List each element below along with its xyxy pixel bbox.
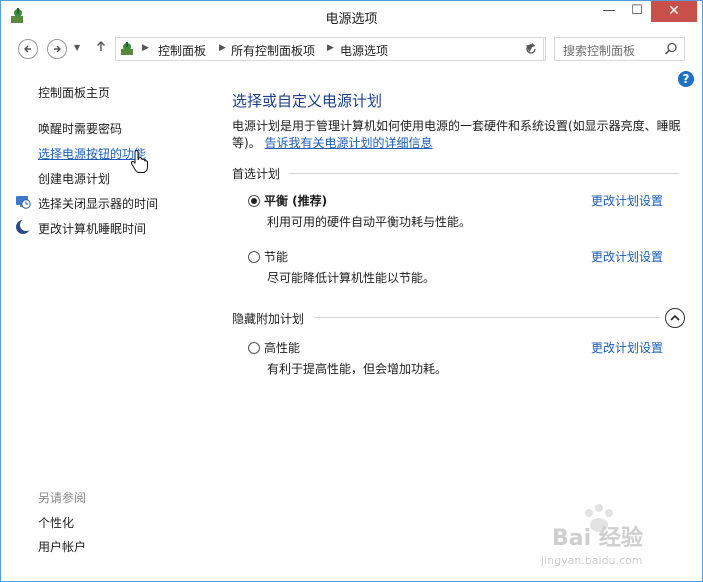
learn-more-link[interactable]: 告诉我有关电源计划的详细信息 <box>265 136 433 150</box>
page-description-end: 等)。 <box>232 136 261 150</box>
sidebar-link-wake-password[interactable]: 唤醒时需要密码 <box>38 120 122 137</box>
moon-icon <box>16 219 31 234</box>
recent-locations-dropdown[interactable]: ▼ <box>74 43 80 52</box>
change-plan-settings-link-power-saver[interactable]: 更改计划设置 <box>591 248 663 265</box>
close-button[interactable]: ✕ <box>651 1 697 22</box>
forward-button[interactable] <box>47 39 67 59</box>
hand-cursor-icon <box>130 150 148 173</box>
breadcrumb-separator[interactable]: ▶ <box>142 43 149 53</box>
change-plan-settings-link-balanced[interactable]: 更改计划设置 <box>591 192 663 209</box>
plan-name-high-performance[interactable]: 高性能 <box>264 339 300 356</box>
sidebar-link-personalization[interactable]: 个性化 <box>38 514 74 531</box>
plan-name-power-saver[interactable]: 节能 <box>264 248 288 265</box>
plan-desc-power-saver: 尽可能降低计算机性能以节能。 <box>267 271 436 285</box>
hidden-plans-heading: 隐藏附加计划 <box>232 312 305 326</box>
monitor-clock-icon <box>16 196 31 209</box>
up-button[interactable] <box>96 40 106 56</box>
power-options-window: 电源选项 — ☐ ✕ ▼ ▶ 控制面板 ▶ 所有控制面板项 ▶ 电源选项 ▼ 搜… <box>0 0 703 582</box>
address-bar[interactable]: ▶ 控制面板 ▶ 所有控制面板项 ▶ 电源选项 ▼ <box>115 37 546 61</box>
page-description-cont: 等)。 告诉我有关电源计划的详细信息 <box>232 134 433 151</box>
title-bar: 电源选项 — ☐ ✕ <box>1 1 702 31</box>
sidebar-link-user-accounts[interactable]: 用户帐户 <box>38 538 86 555</box>
watermark-text: Bai 经验 <box>552 526 643 551</box>
search-icon[interactable] <box>664 42 678 56</box>
search-box[interactable]: 搜索控制面板 <box>554 37 685 61</box>
address-bar-row: ▼ ▶ 控制面板 ▶ 所有控制面板项 ▶ 电源选项 ▼ 搜索控制面板 <box>1 31 702 67</box>
divider <box>289 173 679 174</box>
change-plan-settings-link-high-performance[interactable]: 更改计划设置 <box>591 339 663 356</box>
breadcrumb-control-panel[interactable]: 控制面板 <box>158 42 206 59</box>
plan-desc-balanced: 利用可用的硬件自动平衡功耗与性能。 <box>267 215 472 229</box>
breadcrumb-power-options[interactable]: 电源选项 <box>340 42 388 59</box>
sidebar-link-display-off[interactable]: 选择关闭显示器的时间 <box>38 195 158 212</box>
arrow-up-icon <box>97 41 105 51</box>
sidebar-link-create-plan[interactable]: 创建电源计划 <box>38 170 110 187</box>
page-title: 选择或自定义电源计划 <box>232 92 383 110</box>
control-panel-icon <box>121 42 133 55</box>
plan-name-balanced[interactable]: 平衡 (推荐) <box>264 192 327 209</box>
watermark-url: jingyan.baidu.com <box>541 554 643 567</box>
back-button[interactable] <box>18 39 38 59</box>
maximize-button[interactable]: ☐ <box>623 1 651 22</box>
page-description: 电源计划是用于管理计算机如何使用电源的一套硬件和系统设置(如显示器亮度、睡眠 <box>232 119 681 133</box>
see-also-heading: 另请参阅 <box>38 491 87 505</box>
plan-desc-high-performance: 有利于提高性能，但会增加功耗。 <box>267 362 448 376</box>
refresh-button[interactable] <box>518 37 544 61</box>
minimize-button[interactable]: — <box>595 1 623 22</box>
chevron-up-icon <box>670 314 680 321</box>
sidebar-link-sleep[interactable]: 更改计算机睡眠时间 <box>38 220 146 237</box>
breadcrumb-separator[interactable]: ▶ <box>327 43 334 53</box>
divider <box>314 317 660 318</box>
search-input[interactable]: 搜索控制面板 <box>563 42 635 59</box>
breadcrumb-separator[interactable]: ▶ <box>219 43 226 53</box>
refresh-icon <box>525 43 536 54</box>
arrow-left-icon <box>24 45 31 53</box>
collapse-hidden-plans-button[interactable] <box>665 308 685 328</box>
preferred-plans-heading: 首选计划 <box>232 167 281 181</box>
plan-radio-balanced[interactable] <box>248 195 260 207</box>
sidebar-link-home[interactable]: 控制面板主页 <box>38 84 110 101</box>
arrow-right-icon <box>54 45 61 53</box>
plan-radio-power-saver[interactable] <box>248 251 260 263</box>
plan-radio-high-performance[interactable] <box>248 342 260 354</box>
breadcrumb-all-items[interactable]: 所有控制面板项 <box>231 42 315 59</box>
help-icon[interactable]: ? <box>678 71 694 87</box>
